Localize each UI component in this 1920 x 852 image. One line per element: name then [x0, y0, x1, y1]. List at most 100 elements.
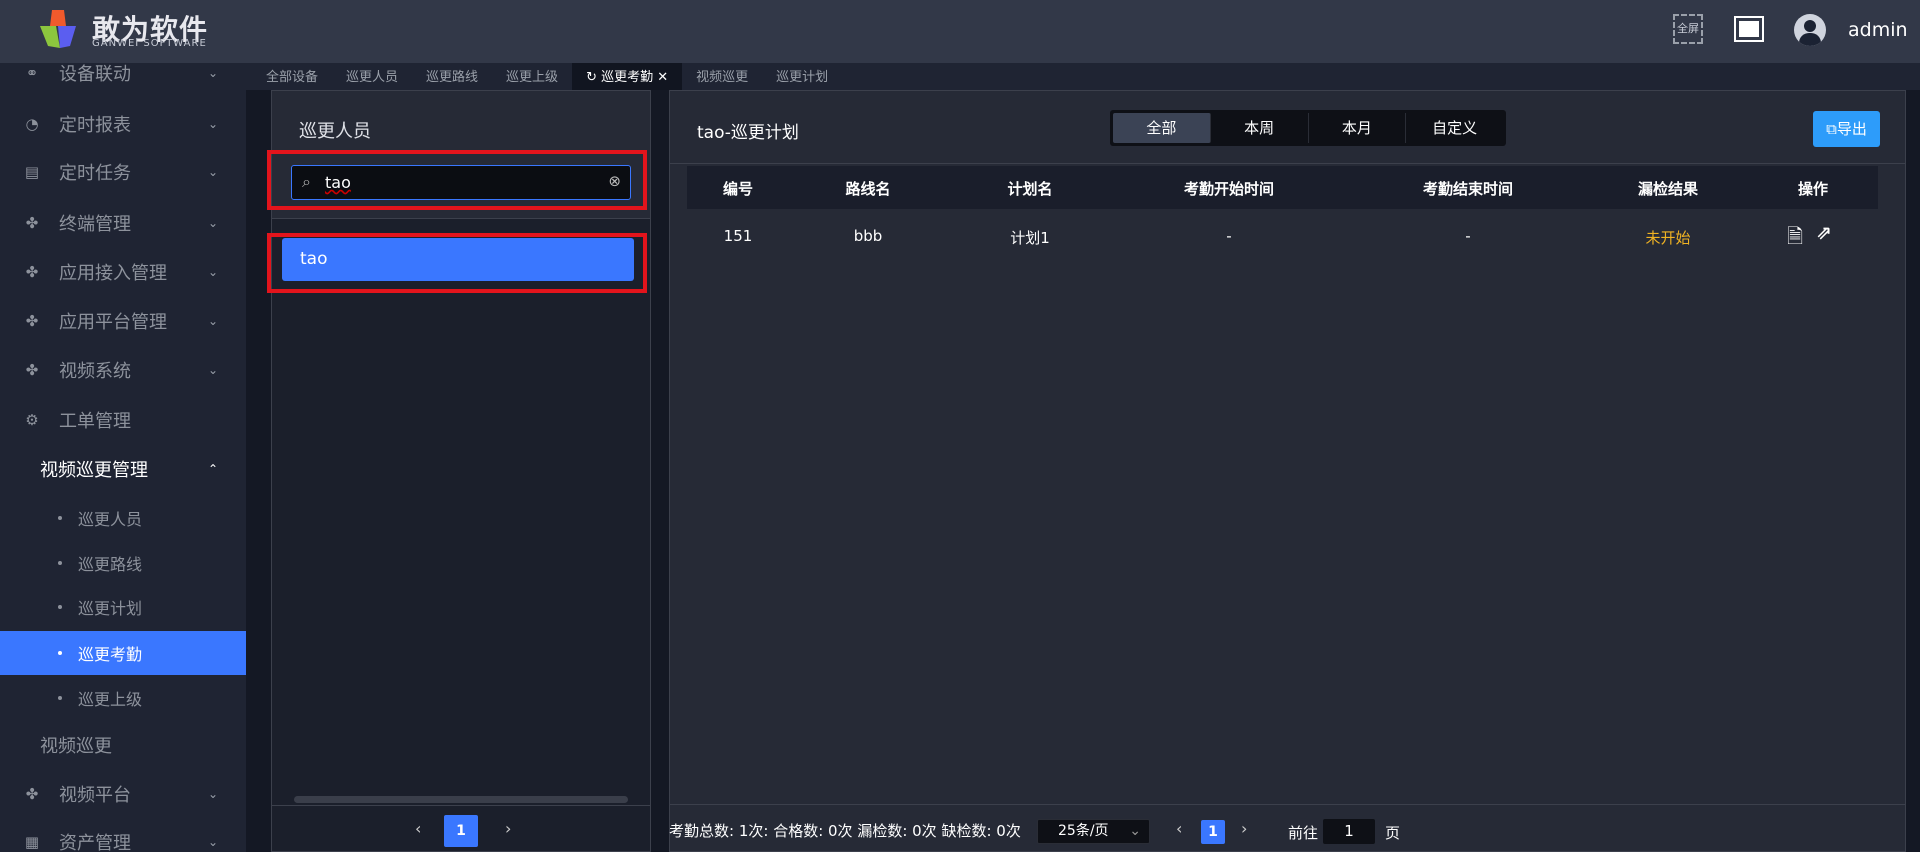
timer-icon: ◔ — [25, 115, 39, 133]
sidebar-item-timed-report[interactable]: ◔ 定时报表 ⌄ — [0, 102, 246, 146]
page-number[interactable]: 1 — [444, 815, 478, 847]
sidebar-item-timed-task[interactable]: ▤ 定时任务 ⌄ — [0, 150, 246, 194]
bullet-icon — [58, 605, 62, 609]
segment-custom[interactable]: 自定义 — [1406, 113, 1503, 143]
tab-patrol-staff[interactable]: 巡更人员 — [332, 63, 412, 90]
prev-page-icon[interactable]: ‹ — [415, 819, 421, 838]
chevron-down-icon: ⌄ — [208, 314, 219, 328]
segment-this-week[interactable]: 本周 — [1211, 113, 1309, 143]
close-icon[interactable]: ✕ — [653, 70, 668, 85]
sidebar-item-label: 应用接入管理 — [59, 263, 167, 284]
segment-this-month[interactable]: 本月 — [1309, 113, 1407, 143]
fullscreen-label: 全屏 — [1677, 22, 1699, 35]
sidebar-item-app-access[interactable]: ✤ 应用接入管理 ⌄ — [0, 250, 246, 294]
tab-video-patrol[interactable]: 视频巡更 — [682, 63, 762, 90]
page-unit-label: 页 — [1385, 824, 1401, 842]
top-header: 敢为软件 GANWEI SOFTWARE 全屏 admin — [0, 0, 1920, 63]
chevron-down-icon: ⌄ — [208, 165, 219, 179]
chevron-down-icon: ⌄ — [208, 363, 219, 377]
chevron-down-icon: ⌄ — [208, 265, 219, 279]
refresh-icon[interactable]: ↻ — [586, 70, 601, 85]
sidebar-item-video-patrol[interactable]: 视频巡更 — [0, 723, 246, 767]
sidebar-subitem-patrol-route[interactable]: 巡更路线 — [0, 541, 246, 585]
sidebar-subitem-patrol-plan[interactable]: 巡更计划 — [0, 585, 246, 629]
sidebar-subitem-patrol-staff[interactable]: 巡更人员 — [0, 496, 246, 540]
sidebar-item-label: 资产管理 — [59, 833, 131, 852]
sidebar-subitem-patrol-superior[interactable]: 巡更上级 — [0, 676, 246, 720]
sidebar-item-terminal[interactable]: ✤ 终端管理 ⌄ — [0, 201, 246, 245]
asset-icon: ▦ — [24, 833, 40, 851]
sidebar-item-label: 巡更路线 — [78, 555, 143, 574]
page-number[interactable]: 1 — [1201, 820, 1225, 844]
logo-icon — [40, 10, 76, 48]
bullet-icon — [58, 516, 62, 520]
segment-all[interactable]: 全部 — [1113, 113, 1211, 143]
export-button[interactable]: ⧉导出 — [1813, 111, 1880, 147]
sidebar-item-video-system[interactable]: ✤ 视频系统 ⌄ — [0, 348, 246, 392]
username[interactable]: admin — [1848, 19, 1908, 41]
cell-plan: 计划1 — [1010, 229, 1050, 247]
sidebar-item-asset[interactable]: ▦ 资产管理 ⌄ — [0, 820, 246, 852]
view-detail-icon[interactable]: 🗎 — [1787, 222, 1803, 256]
chevron-down-icon: ⌄ — [208, 66, 219, 80]
summary-text: 考勤总数: 1次: 合格数: 0次 漏检数: 0次 缺检数: 0次 — [669, 822, 1021, 840]
sidebar-subitem-patrol-attendance[interactable]: 巡更考勤 — [0, 631, 246, 675]
sidebar-item-label: 定时任务 — [59, 163, 131, 184]
open-external-icon[interactable]: ⇗ — [1816, 222, 1832, 244]
sidebar-item-label: 视频系统 — [59, 361, 131, 382]
column-header: 计划名 — [1007, 180, 1053, 198]
avatar[interactable] — [1794, 14, 1826, 46]
next-page-icon[interactable]: › — [1241, 819, 1247, 838]
column-header: 操作 — [1797, 180, 1829, 198]
next-page-icon[interactable]: › — [505, 819, 511, 838]
plan-title: tao-巡更计划 — [697, 123, 799, 143]
tab-patrol-superior[interactable]: 巡更上级 — [492, 63, 572, 90]
sidebar-item-label: 巡更考勤 — [78, 645, 143, 664]
goto-page-input[interactable]: 1 — [1323, 819, 1375, 844]
chevron-down-icon: ⌄ — [208, 835, 219, 849]
tab-patrol-attendance[interactable]: ↻ 巡更考勤 ✕ — [572, 63, 683, 90]
chevron-down-icon: ⌄ — [208, 117, 219, 131]
grid-icon: ✤ — [25, 361, 39, 379]
horizontal-scrollbar[interactable] — [294, 796, 628, 803]
sidebar-item-label: 定时报表 — [59, 115, 131, 136]
tab-patrol-route[interactable]: 巡更路线 — [412, 63, 492, 90]
sidebar-item-label: 工单管理 — [59, 411, 131, 432]
cell-start: - — [1226, 227, 1232, 245]
highlight-box — [267, 150, 647, 210]
tab-all-devices[interactable]: 全部设备 — [252, 63, 332, 90]
sidebar-item-label: 视频巡更 — [40, 736, 112, 757]
prev-page-icon[interactable]: ‹ — [1176, 819, 1182, 838]
logo-subtitle: GANWEI SOFTWARE — [92, 38, 207, 49]
tab-patrol-plan[interactable]: 巡更计划 — [762, 63, 842, 90]
page-size-select[interactable]: 25条/页 ⌄ — [1037, 819, 1150, 844]
sidebar-item-label: 巡更上级 — [78, 690, 143, 709]
sidebar-item-video-patrol-mgmt[interactable]: 视频巡更管理 ⌃ — [0, 447, 246, 491]
column-header: 漏检结果 — [1637, 180, 1699, 198]
sidebar-item-label: 视频平台 — [59, 785, 131, 806]
sidebar-item-video-platform[interactable]: ✤ 视频平台 ⌄ — [0, 772, 246, 816]
goto-label: 前往 — [1288, 824, 1319, 842]
fullscreen-button[interactable]: 全屏 — [1673, 14, 1703, 44]
period-segmented-control: 全部 本周 本月 自定义 — [1110, 110, 1506, 146]
cell-route: bbb — [853, 227, 883, 245]
bullet-icon — [58, 696, 62, 700]
export-icon: ⧉ — [1826, 120, 1837, 138]
page-size-value: 25条/页 — [1058, 823, 1109, 839]
sidebar-item-device-linkage[interactable]: ⚭ 设备联动 ⌄ — [0, 63, 246, 95]
chevron-down-icon: ⌄ — [1129, 823, 1141, 839]
cell-id: 151 — [723, 227, 753, 245]
column-header: 编号 — [722, 180, 754, 198]
chevron-down-icon: ⌄ — [208, 787, 219, 801]
sidebar-item-app-platform[interactable]: ✤ 应用平台管理 ⌄ — [0, 299, 246, 343]
grid-icon: ✤ — [25, 785, 39, 803]
screen-toggle-icon[interactable] — [1734, 16, 1764, 42]
chevron-up-icon: ⌃ — [208, 462, 219, 476]
sidebar: ⚭ 设备联动 ⌄ ◔ 定时报表 ⌄ ▤ 定时任务 ⌄ ✤ 终端管理 ⌄ ✤ 应用接入管理 ⌄ ✤ 应用… — [0, 63, 246, 852]
tab-label: 巡更考勤 — [601, 70, 654, 85]
gear-icon: ⚙ — [25, 411, 39, 429]
sidebar-item-work-order[interactable]: ⚙ 工单管理 — [0, 398, 246, 442]
chevron-down-icon: ⌄ — [208, 216, 219, 230]
sidebar-item-label: 终端管理 — [59, 214, 131, 235]
cell-result: 未开始 — [1645, 229, 1691, 247]
